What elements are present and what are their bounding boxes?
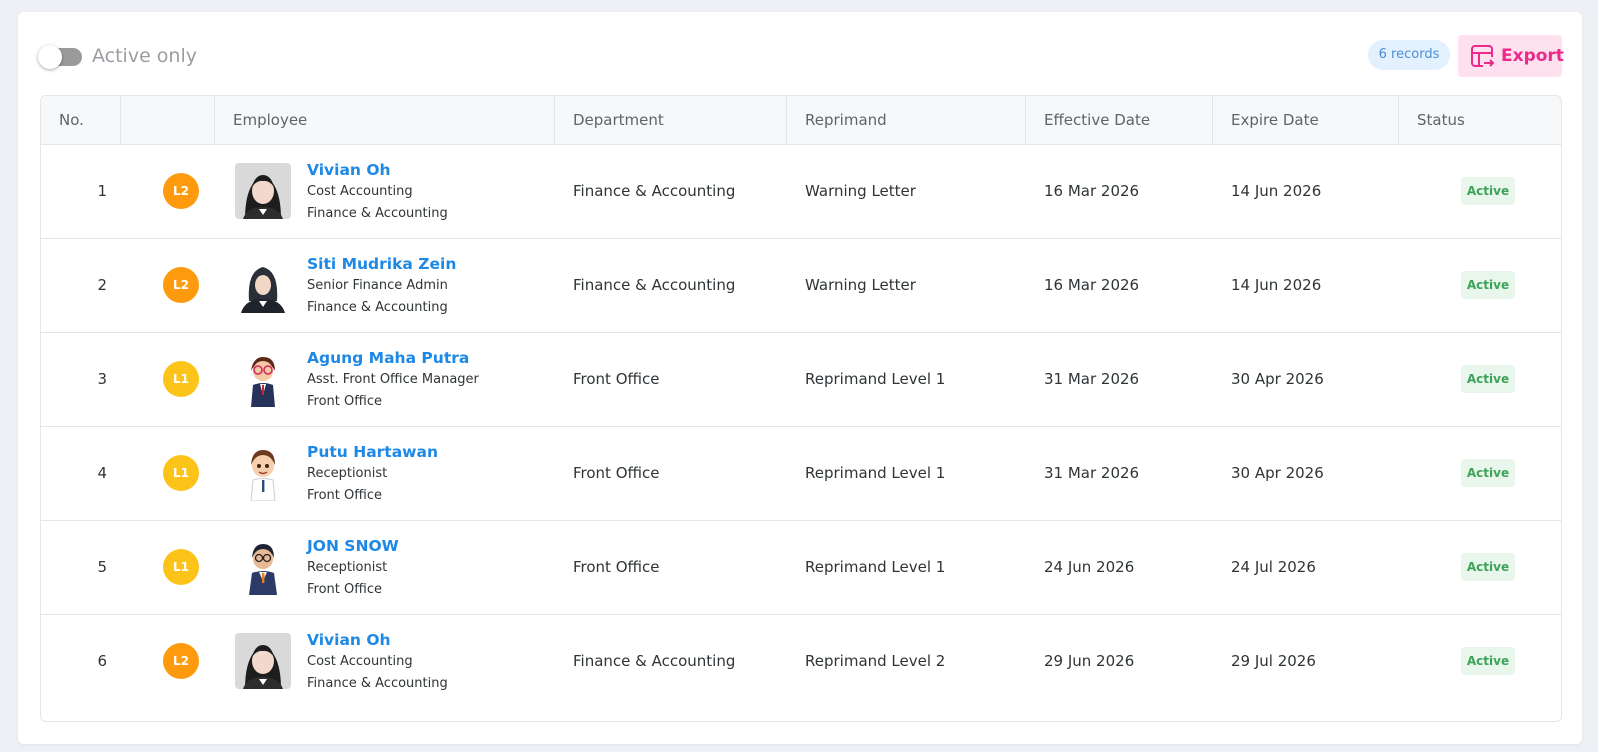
effective-date-cell: 24 Jun 2026	[1044, 558, 1135, 576]
reprimand-level-badge: L1	[163, 455, 199, 491]
table-row[interactable]: 6 L2 Vivian Oh Cost Accounting Finance & Acc…	[41, 614, 1561, 708]
effective-date-cell: 16 Mar 2026	[1044, 182, 1140, 200]
table-row[interactable]: 2 L2 Siti Mudrika Zein Senior Finance Admin…	[41, 238, 1561, 333]
active-only-label[interactable]: Active only	[92, 44, 197, 68]
effective-date-cell: 29 Jun 2026	[1044, 652, 1135, 670]
department-cell: Finance & Accounting	[573, 652, 736, 670]
toolbar: Active only 6 records Export	[18, 12, 1582, 96]
employee-unit: Front Office	[307, 582, 382, 597]
reprimand-cell: Reprimand Level 2	[805, 652, 946, 670]
status-badge: Active	[1461, 365, 1515, 393]
column-header-expire-date[interactable]: Expire Date	[1213, 96, 1399, 144]
employee-name-link[interactable]: Siti Mudrika Zein	[307, 253, 456, 275]
employee-avatar[interactable]	[235, 163, 291, 219]
reprimand-level-badge: L1	[163, 361, 199, 397]
reprimand-cell: Warning Letter	[805, 276, 916, 294]
employee-unit: Finance & Accounting	[307, 676, 448, 691]
reprimand-level-badge: L2	[163, 643, 199, 679]
effective-date-cell: 31 Mar 2026	[1044, 370, 1140, 388]
employee-name-link[interactable]: Agung Maha Putra	[307, 347, 469, 369]
effective-date-cell: 31 Mar 2026	[1044, 464, 1140, 482]
employee-position: Receptionist	[307, 560, 388, 575]
table-export-icon	[1470, 44, 1496, 70]
employee-name-link[interactable]: Vivian Oh	[307, 629, 391, 651]
row-number: 6	[97, 652, 107, 670]
status-badge: Active	[1461, 553, 1515, 581]
department-cell: Finance & Accounting	[573, 276, 736, 294]
reprimand-cell: Reprimand Level 1	[805, 370, 946, 388]
employee-position: Senior Finance Admin	[307, 278, 448, 293]
row-number: 2	[97, 276, 107, 294]
column-header-level	[121, 96, 215, 144]
employee-position: Cost Accounting	[307, 184, 413, 199]
department-cell: Front Office	[573, 558, 660, 576]
expire-date-cell: 30 Apr 2026	[1231, 464, 1324, 482]
employee-name-link[interactable]: Putu Hartawan	[307, 441, 438, 463]
employee-name-link[interactable]: JON SNOW	[307, 535, 399, 557]
column-header-department[interactable]: Department	[555, 96, 787, 144]
column-header-reprimand[interactable]: Reprimand	[787, 96, 1026, 144]
expire-date-cell: 30 Apr 2026	[1231, 370, 1324, 388]
employee-unit: Front Office	[307, 488, 382, 503]
reprimand-level-badge: L2	[163, 173, 199, 209]
toggle-knob[interactable]	[38, 45, 62, 69]
row-number: 4	[97, 464, 107, 482]
table-row[interactable]: 5 L1 JON SNOW Receptionist Front Office Front…	[41, 520, 1561, 615]
row-number: 1	[97, 182, 107, 200]
department-cell: Finance & Accounting	[573, 182, 736, 200]
active-only-toggle[interactable]	[38, 45, 82, 69]
employee-avatar[interactable]	[235, 445, 291, 501]
expire-date-cell: 14 Jun 2026	[1231, 276, 1322, 294]
expire-date-cell: 14 Jun 2026	[1231, 182, 1322, 200]
effective-date-cell: 16 Mar 2026	[1044, 276, 1140, 294]
column-header-status[interactable]: Status	[1399, 96, 1561, 144]
reprimand-table: No. Employee Department Reprimand Effect…	[40, 95, 1562, 722]
column-header-no[interactable]: No.	[41, 96, 121, 144]
department-cell: Front Office	[573, 464, 660, 482]
table-header: No. Employee Department Reprimand Effect…	[41, 96, 1561, 145]
employee-position: Receptionist	[307, 466, 388, 481]
employee-avatar[interactable]	[235, 539, 291, 595]
reprimand-level-badge: L2	[163, 267, 199, 303]
reprimand-cell: Reprimand Level 1	[805, 464, 946, 482]
table-row[interactable]: 3 L1 Agung Maha Putra Asst. Front Office Ma…	[41, 332, 1561, 427]
employee-position: Asst. Front Office Manager	[307, 372, 479, 387]
status-badge: Active	[1461, 271, 1515, 299]
employee-unit: Finance & Accounting	[307, 206, 448, 221]
export-button[interactable]: Export	[1458, 35, 1564, 77]
reprimand-cell: Warning Letter	[805, 182, 916, 200]
expire-date-cell: 29 Jul 2026	[1231, 652, 1316, 670]
export-label[interactable]: Export	[1501, 45, 1564, 67]
expire-date-cell: 24 Jul 2026	[1231, 558, 1316, 576]
employee-unit: Front Office	[307, 394, 382, 409]
employee-name-link[interactable]: Vivian Oh	[307, 159, 391, 181]
employee-position: Cost Accounting	[307, 654, 413, 669]
employee-avatar[interactable]	[235, 633, 291, 689]
row-number: 3	[97, 370, 107, 388]
column-header-effective-date[interactable]: Effective Date	[1026, 96, 1213, 144]
employee-unit: Finance & Accounting	[307, 300, 448, 315]
records-count-badge: 6 records	[1368, 40, 1450, 70]
row-number: 5	[97, 558, 107, 576]
status-badge: Active	[1461, 177, 1515, 205]
column-header-employee[interactable]: Employee	[215, 96, 555, 144]
reprimand-cell: Reprimand Level 1	[805, 558, 946, 576]
status-badge: Active	[1461, 459, 1515, 487]
status-badge: Active	[1461, 647, 1515, 675]
table-row[interactable]: 4 L1 Putu Hartawan Receptionist Front Office…	[41, 426, 1561, 521]
employee-avatar[interactable]	[235, 257, 291, 313]
table-row[interactable]: 1 L2 Vivian Oh Cost Accounting Finance & Acc…	[41, 144, 1561, 239]
reprimand-level-badge: L1	[163, 549, 199, 585]
department-cell: Front Office	[573, 370, 660, 388]
reprimand-card: Active only 6 records Export No. Employe…	[18, 12, 1582, 744]
employee-avatar[interactable]	[235, 351, 291, 407]
